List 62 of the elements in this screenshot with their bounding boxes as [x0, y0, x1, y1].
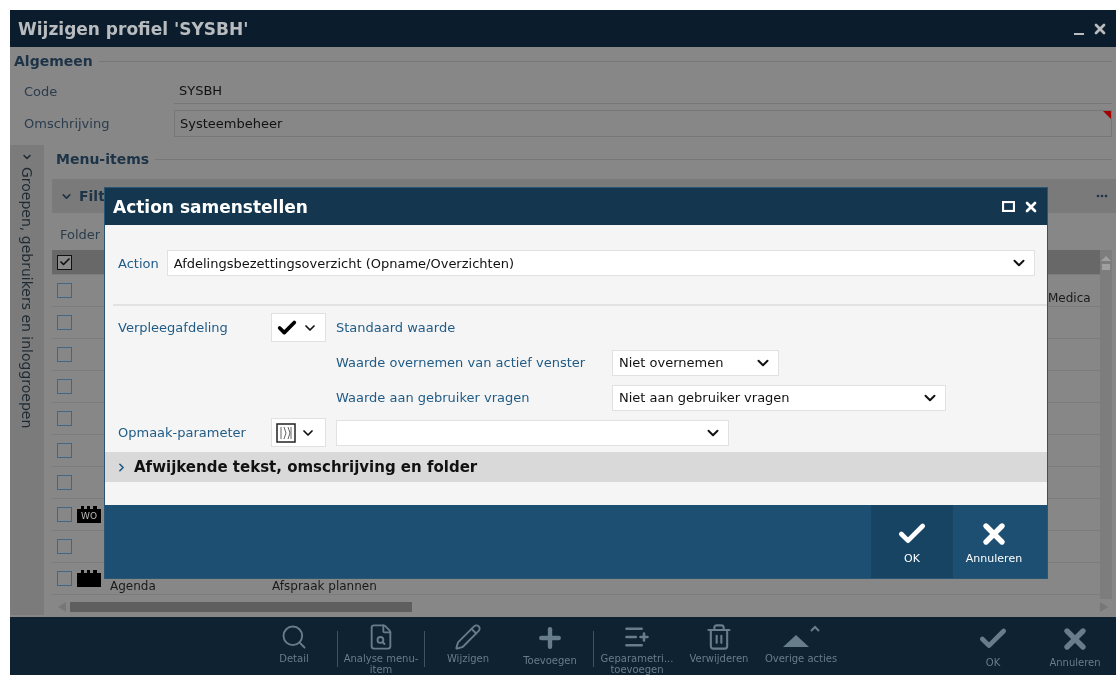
- maximize-button[interactable]: [1002, 201, 1015, 212]
- field-label: Code: [24, 83, 59, 99]
- field-label: Omschrijving: [24, 115, 111, 131]
- section-heading: Algemeen: [14, 53, 93, 69]
- checkbox[interactable]: [57, 571, 72, 586]
- field-label: Waarde aan gebruiker vragen: [336, 390, 531, 405]
- text-field[interactable]: Systeembeheer: [174, 109, 1112, 137]
- checkbox[interactable]: [57, 315, 72, 330]
- checkbox[interactable]: [57, 443, 72, 458]
- toolbar-button[interactable]: Wijzigen: [427, 617, 509, 675]
- format-icon: [276, 422, 296, 443]
- field-value: SYSBH: [174, 78, 1112, 104]
- more-icon[interactable]: [1096, 194, 1108, 198]
- section-heading: Menu-items: [56, 151, 150, 167]
- toolbar-button[interactable]: Detail: [253, 617, 335, 675]
- cancel-button[interactable]: Annuleren: [953, 505, 1035, 578]
- side-tab[interactable]: Groepen, gebruikers en inloggroepen: [10, 145, 44, 615]
- dropdown[interactable]: Niet overnemen: [612, 349, 779, 376]
- ok-button[interactable]: OK: [871, 505, 953, 578]
- scroll-up-icon[interactable]: [1101, 254, 1111, 270]
- pencil-icon: [454, 623, 482, 651]
- checkbox[interactable]: [57, 539, 72, 554]
- toolbar-button[interactable]: Verwijderen: [678, 617, 760, 675]
- field-label: Standaard waarde: [336, 320, 457, 335]
- icon-dropdown[interactable]: [271, 313, 326, 342]
- dropdown[interactable]: Niet aan gebruiker vragen: [612, 384, 946, 411]
- checkbox[interactable]: [57, 254, 72, 270]
- toolbar-button[interactable]: Overige acties: [760, 617, 842, 675]
- filter-label: Filt: [79, 188, 106, 204]
- toolbar-button[interactable]: Analyse menu-item: [340, 617, 422, 675]
- checkbox[interactable]: [57, 507, 72, 522]
- trash-icon: [705, 623, 733, 651]
- checkbox[interactable]: [57, 379, 72, 394]
- toolbar-button[interactable]: Annuleren: [1034, 617, 1116, 675]
- expander-header[interactable]: Afwijkende tekst, omschrijving en folder: [105, 452, 1047, 482]
- dialog-title: Action samenstellen: [113, 196, 309, 217]
- checkbox[interactable]: [57, 347, 72, 362]
- field-label: Opmaak-parameter: [118, 425, 247, 440]
- minimize-icon: [1074, 32, 1084, 35]
- field-label: Folder: [59, 226, 102, 244]
- calendar-icon: [77, 570, 101, 587]
- checkbox[interactable]: [57, 283, 72, 298]
- search-icon: [280, 623, 308, 651]
- toolbar-button[interactable]: Geparametri... toevoegen: [596, 617, 678, 675]
- action-dropdown[interactable]: Afdelingsbezettingsoverzicht (Opname/Overzichten): [166, 250, 1035, 276]
- table-cell: Afspraak plannen: [272, 579, 377, 593]
- table-cell: Agenda: [110, 579, 156, 593]
- dropdown[interactable]: [336, 419, 729, 446]
- field-label: Action: [118, 255, 159, 271]
- icon-dropdown[interactable]: [271, 418, 326, 447]
- window-title: Wijzigen profiel 'SYSBH': [18, 18, 250, 39]
- toolbar-button[interactable]: Toevoegen: [509, 617, 591, 675]
- vertical-scrollbar[interactable]: [1100, 250, 1112, 599]
- maximize-icon: [1002, 201, 1015, 212]
- checkbox[interactable]: [57, 411, 72, 426]
- side-tab-label: Groepen, gebruikers en inloggroepen: [19, 167, 35, 429]
- table-cell: Medica: [1048, 291, 1091, 305]
- field-label: Waarde overnemen van actief venster: [336, 355, 587, 370]
- toolbar-button[interactable]: OK: [952, 617, 1034, 675]
- calendar-icon: WO: [77, 506, 101, 523]
- field-label: Verpleegafdeling: [118, 320, 229, 335]
- checkbox[interactable]: [57, 475, 72, 490]
